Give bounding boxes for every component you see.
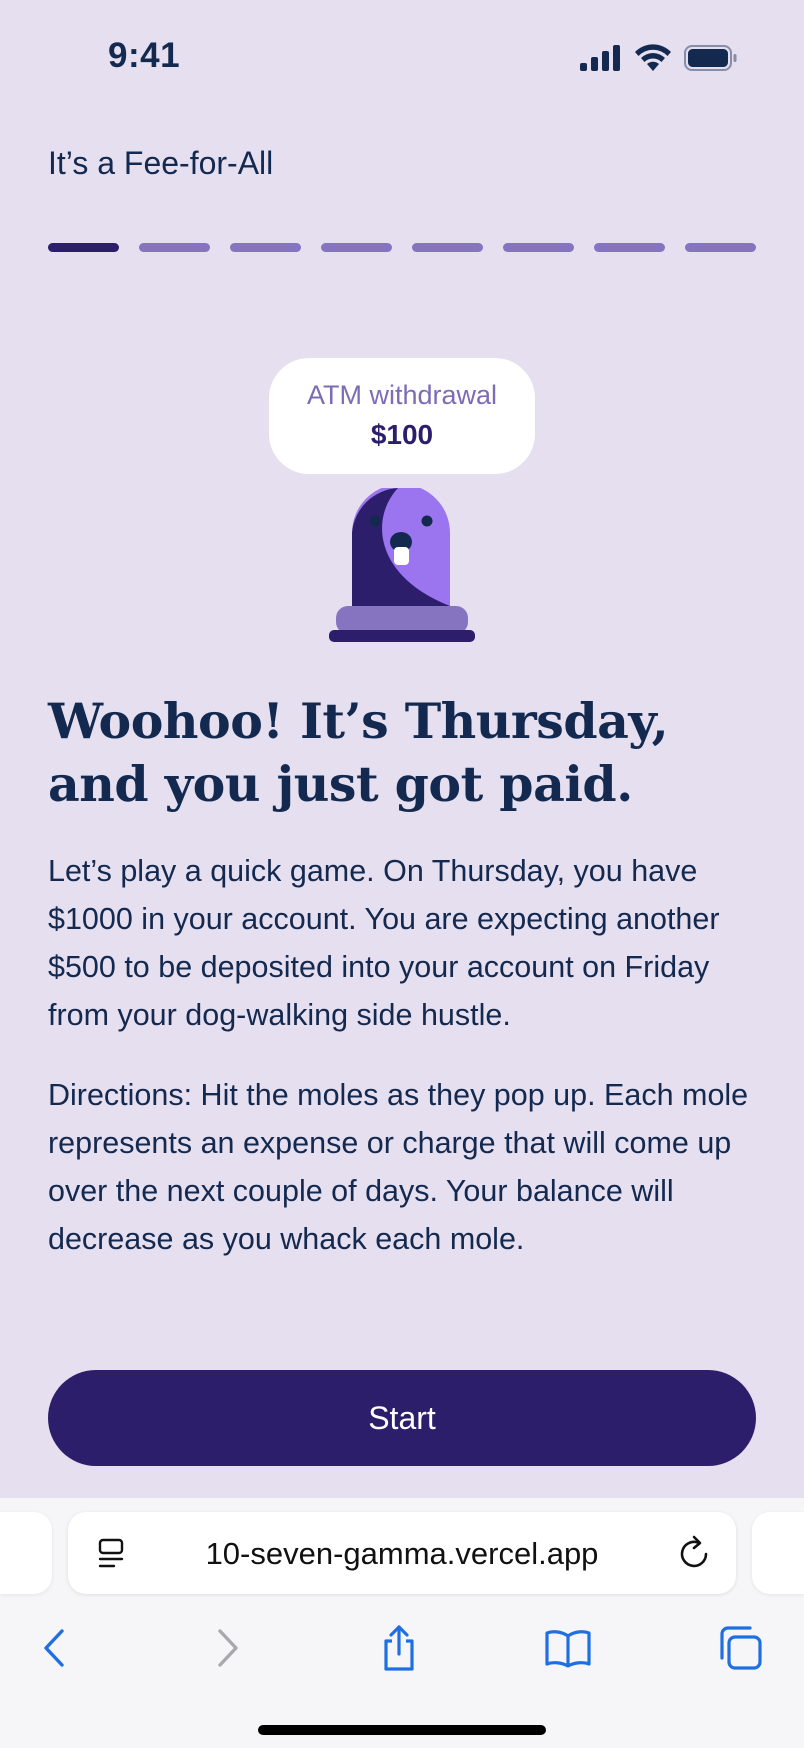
expense-label: ATM withdrawal: [306, 380, 498, 410]
next-tab-peek[interactable]: [752, 1512, 804, 1594]
back-icon[interactable]: [24, 1618, 84, 1678]
progress-indicator: [48, 243, 756, 252]
tabs-icon[interactable]: [710, 1618, 770, 1678]
browser-chrome: 10-seven-gamma.vercel.app: [0, 1498, 804, 1748]
bookmarks-icon[interactable]: [538, 1618, 598, 1678]
expense-card: ATM withdrawal $100: [269, 358, 535, 474]
progress-step: [321, 243, 392, 252]
reload-icon[interactable]: [678, 1534, 712, 1575]
battery-icon: [684, 45, 738, 76]
directions-paragraph: Directions: Hit the moles as they pop up…: [48, 1078, 749, 1256]
expense-amount: $100: [370, 419, 434, 450]
progress-step: [685, 243, 756, 252]
home-indicator: [258, 1725, 546, 1735]
start-button[interactable]: Start: [48, 1370, 756, 1466]
url-text[interactable]: 10-seven-gamma.vercel.app: [68, 1536, 736, 1572]
progress-step: [594, 243, 665, 252]
previous-tab-peek[interactable]: [0, 1512, 52, 1594]
address-bar[interactable]: 10-seven-gamma.vercel.app: [68, 1512, 736, 1594]
progress-step: [230, 243, 301, 252]
progress-step: [48, 243, 119, 252]
browser-toolbar: [0, 1618, 804, 1678]
intro-paragraph: Let’s play a quick game. On Thursday, yo…: [48, 854, 720, 1032]
status-time: 9:41: [108, 36, 181, 75]
cellular-signal-icon: [580, 45, 622, 76]
forward-icon[interactable]: [198, 1618, 258, 1678]
headline: Woohoo! It’s Thursday, and you just got …: [48, 692, 669, 813]
wifi-icon: [634, 44, 672, 77]
page-title: It’s a Fee-for-All: [48, 145, 274, 181]
mole-icon[interactable]: [328, 484, 476, 644]
progress-step: [139, 243, 210, 252]
status-bar: 9:41: [0, 0, 804, 110]
status-icons: [580, 44, 738, 77]
share-icon[interactable]: [369, 1618, 429, 1678]
progress-step: [412, 243, 483, 252]
progress-step: [503, 243, 574, 252]
